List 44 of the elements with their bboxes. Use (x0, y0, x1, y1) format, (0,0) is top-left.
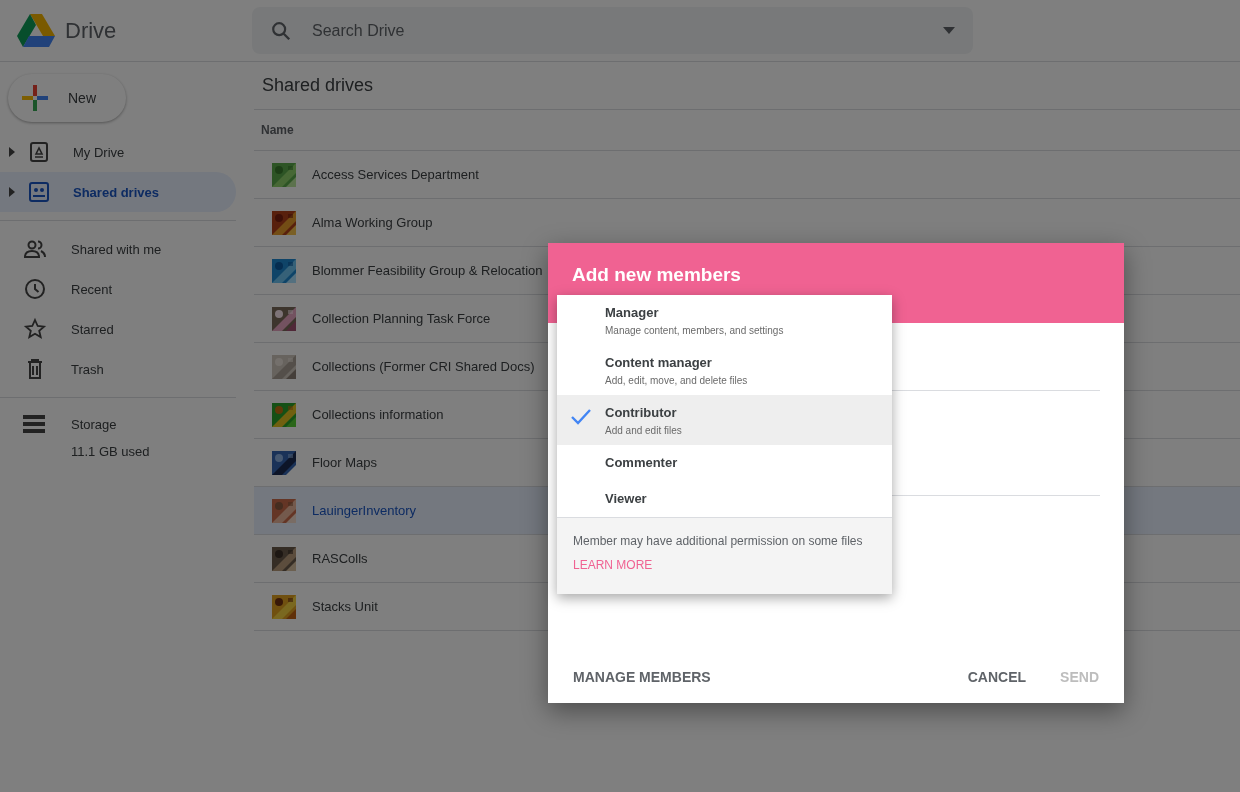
drive-name[interactable]: Collections (Former CRI Shared Docs) (312, 359, 535, 374)
menu-option[interactable]: Manager Manage content, members, and settings (557, 295, 892, 345)
search-field[interactable]: Search Drive (252, 7, 973, 54)
plus-icon (22, 85, 48, 111)
new-button[interactable]: New (8, 74, 126, 122)
sidebar-item[interactable]: Shared with me (0, 229, 236, 269)
drive-name[interactable]: Floor Maps (312, 455, 378, 470)
shared-drives-icon (27, 180, 51, 204)
search-input[interactable]: Search Drive (310, 20, 925, 41)
star-icon (23, 317, 47, 341)
clock-icon (23, 277, 47, 301)
menu-option[interactable]: Contributor Add and edit files (557, 395, 892, 445)
menu-option[interactable]: Commenter (557, 445, 892, 481)
sidebar-item[interactable]: My Drive (0, 132, 236, 172)
drive-name[interactable]: Collection Planning Task Force (312, 311, 491, 326)
menu-option[interactable]: Content manager Add, edit, move, and delete files (557, 345, 892, 395)
drive-name[interactable]: RASColls (312, 551, 368, 566)
search-icon (270, 19, 292, 42)
menu-option[interactable]: Viewer (557, 481, 892, 517)
drive-logo-icon (17, 13, 55, 48)
menu-note: Member may have additional permission on some files (573, 534, 863, 548)
dialog-button[interactable]: CANCEL (958, 661, 1036, 693)
page-title: Shared drives (254, 62, 1240, 110)
my-drive-icon (27, 140, 51, 164)
sidebar-item[interactable]: Trash (0, 349, 236, 389)
column-header[interactable]: Name (261, 123, 294, 137)
dropdown-icon[interactable] (943, 27, 955, 34)
storage-usage: 11.1 GB used (71, 444, 151, 459)
learn-more-link[interactable]: LEARN MORE (573, 558, 653, 572)
drive-name[interactable]: Access Services Department (312, 167, 479, 182)
sidebar-item[interactable]: Recent (0, 269, 236, 309)
dialog-button[interactable]: MANAGE MEMBERS (564, 661, 720, 693)
storage-label[interactable]: Storage (71, 416, 117, 432)
caret-icon[interactable] (8, 147, 16, 157)
drive-name[interactable]: Alma Working Group (312, 215, 433, 230)
drive-name[interactable]: Collections information (312, 407, 444, 422)
caret-icon[interactable] (8, 187, 16, 197)
sidebar-item[interactable]: Starred (0, 309, 236, 349)
sidebar-item[interactable]: Shared drives (0, 172, 236, 212)
drive-name[interactable]: Blommer Feasibility Group & Relocation (312, 263, 543, 278)
app-name: Drive (65, 17, 117, 44)
drive-name[interactable]: LauingerInventory (312, 503, 417, 518)
storage-icon (23, 414, 47, 434)
drive-name[interactable]: Stacks Unit (312, 599, 378, 614)
